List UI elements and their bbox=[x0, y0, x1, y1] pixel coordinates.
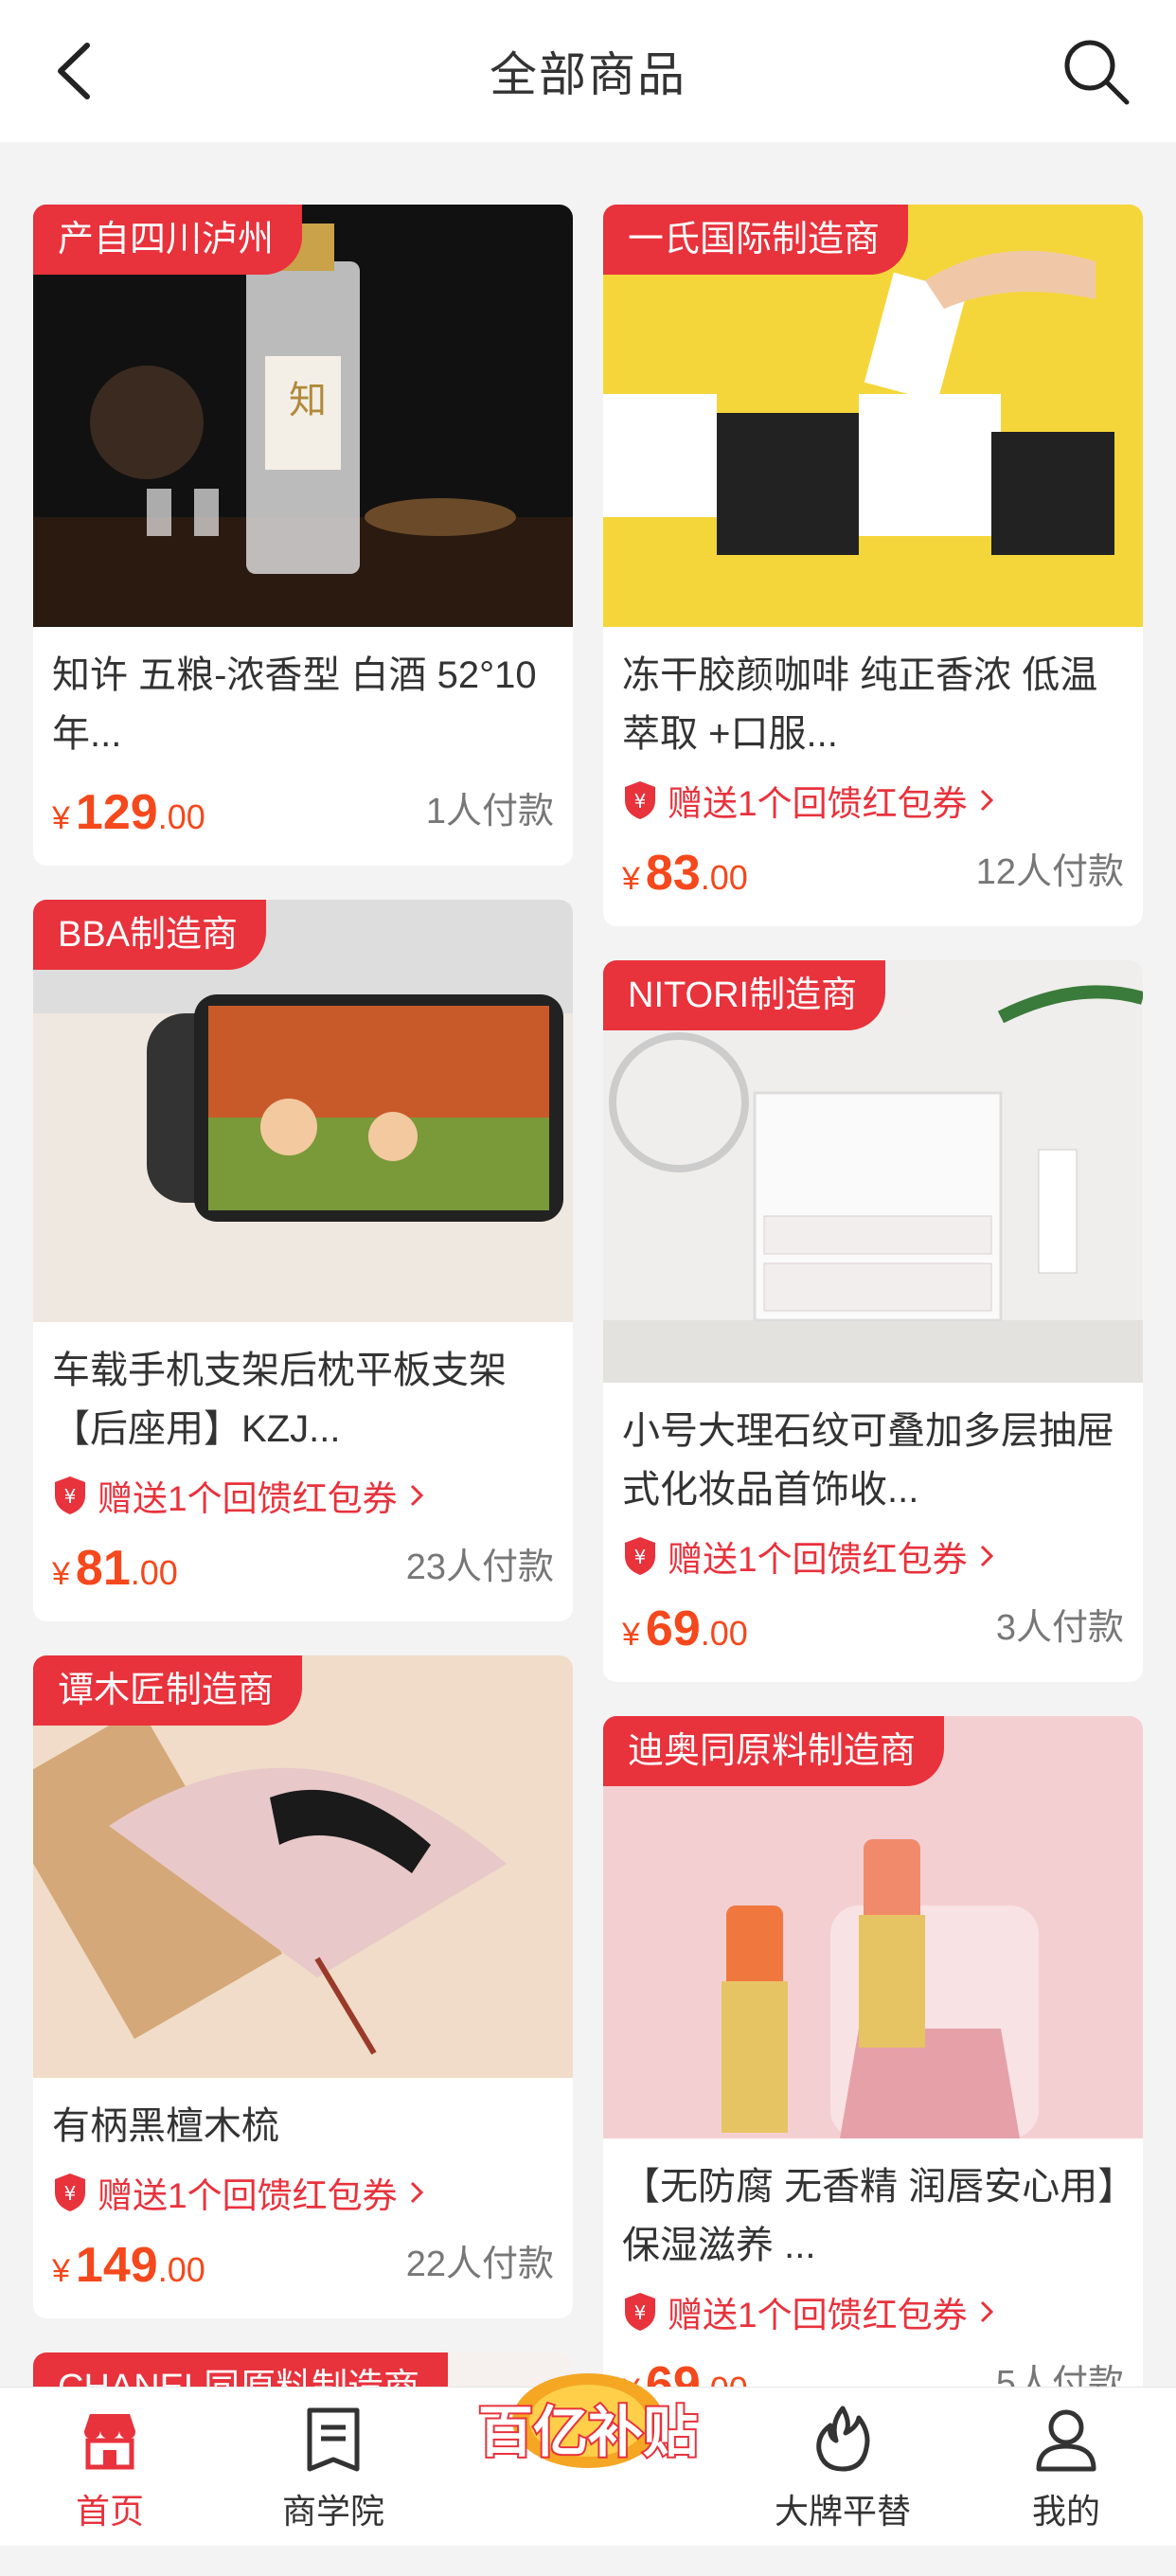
search-icon[interactable] bbox=[1059, 34, 1134, 110]
svg-text:知: 知 bbox=[289, 379, 327, 422]
manufacturer-tag: 谭木匠制造商 bbox=[33, 1655, 303, 1726]
product-name: 知许 五粮-浓香型 白酒 52°10年... bbox=[52, 654, 537, 755]
svg-text:¥: ¥ bbox=[634, 790, 647, 813]
chevron-right-icon bbox=[410, 1484, 423, 1507]
coupon-link[interactable]: ¥ 赠送1个回馈红包券 bbox=[52, 2169, 554, 2216]
product-image-phone-holder: BBA制造商 bbox=[33, 900, 573, 1322]
svg-text:¥: ¥ bbox=[64, 1485, 77, 1508]
bookmark-doc-icon bbox=[307, 2407, 360, 2472]
chevron-right-icon bbox=[980, 2300, 993, 2323]
product-image-coffee: 一氏国际制造商 bbox=[603, 205, 1143, 627]
chevron-right-icon bbox=[980, 1545, 993, 1567]
chevron-right-icon bbox=[410, 2181, 423, 2204]
product-price: ¥69.00 bbox=[622, 1601, 748, 1656]
svg-text:¥: ¥ bbox=[634, 1546, 647, 1568]
tab-mine[interactable]: 我的 bbox=[990, 2405, 1142, 2533]
svg-text:¥: ¥ bbox=[634, 2301, 647, 2324]
chevron-right-icon bbox=[980, 789, 993, 812]
paid-count: 12人付款 bbox=[975, 852, 1124, 892]
flame-icon bbox=[816, 2406, 870, 2472]
manufacturer-tag: BBA制造商 bbox=[33, 900, 267, 970]
manufacturer-tag: 迪奥同原料制造商 bbox=[603, 1716, 945, 1786]
tab-label: 首页 bbox=[75, 2492, 144, 2531]
tab-brand-alternatives[interactable]: 大牌平替 bbox=[767, 2405, 918, 2533]
product-name: 冻干胶颜咖啡 纯正香浓 低温萃取 +口服... bbox=[622, 654, 1098, 755]
manufacturer-tag: NITORI制造商 bbox=[603, 960, 886, 1030]
coupon-text: 赠送1个回馈红包券 bbox=[668, 1540, 968, 1579]
shield-yen-icon: ¥ bbox=[625, 2293, 655, 2331]
coupon-text: 赠送1个回馈红包券 bbox=[668, 2296, 968, 2334]
paid-count: 3人付款 bbox=[995, 1608, 1124, 1648]
product-price: ¥81.00 bbox=[52, 1541, 178, 1596]
tab-academy[interactable]: 商学院 bbox=[258, 2405, 409, 2533]
coupon-link[interactable]: ¥ 赠送1个回馈红包券 bbox=[622, 777, 1124, 824]
product-price: ¥83.00 bbox=[622, 846, 748, 901]
shield-yen-icon: ¥ bbox=[55, 1476, 85, 1514]
coupon-link[interactable]: ¥ 赠送1个回馈红包券 bbox=[52, 1472, 554, 1519]
shield-yen-icon: ¥ bbox=[625, 781, 655, 819]
product-card[interactable]: 谭木匠制造商 有柄黑檀木梳 ¥ 赠送1个回馈红包券 ¥149.00 22人付款 bbox=[33, 1655, 573, 2318]
back-arrow-icon[interactable] bbox=[47, 38, 104, 104]
product-image-baijiu: 知 产自四川泸州 bbox=[33, 205, 573, 627]
coupon-link[interactable]: ¥ 赠送1个回馈红包券 bbox=[622, 2288, 1124, 2335]
tab-label: 商学院 bbox=[281, 2492, 384, 2531]
product-name: 小号大理石纹可叠加多层抽屉式化妆品首饰收... bbox=[622, 1410, 1114, 1511]
tab-label: 大牌平替 bbox=[774, 2492, 911, 2531]
manufacturer-tag: 一氏国际制造商 bbox=[603, 205, 909, 275]
paid-count: 22人付款 bbox=[405, 2245, 554, 2284]
product-image-comb: 谭木匠制造商 bbox=[33, 1655, 573, 2078]
product-column-left: 知 产自四川泸州 知许 五粮-浓香型 白酒 52°10年... ¥129.00 … bbox=[33, 205, 573, 2576]
product-card[interactable]: 知 产自四川泸州 知许 五粮-浓香型 白酒 52°10年... ¥129.00 … bbox=[33, 205, 573, 866]
product-image-lipstick: 迪奥同原料制造商 bbox=[603, 1716, 1143, 2138]
product-name: 有柄黑檀木梳 bbox=[52, 2105, 279, 2147]
product-card[interactable]: 一氏国际制造商 冻干胶颜咖啡 纯正香浓 低温萃取 +口服... ¥ 赠送1个回馈… bbox=[603, 205, 1143, 926]
product-image-makeup-organizer: NITORI制造商 bbox=[603, 960, 1143, 1383]
product-card[interactable]: 迪奥同原料制造商 【无防腐 无香精 润唇安心用】保湿滋养 ... ¥ 赠送1个回… bbox=[603, 1716, 1143, 2438]
tab-label: 我的 bbox=[1031, 2492, 1100, 2531]
product-card[interactable]: NITORI制造商 小号大理石纹可叠加多层抽屉式化妆品首饰收... ¥ 赠送1个… bbox=[603, 960, 1143, 1682]
paid-count: 1人付款 bbox=[425, 792, 554, 832]
product-price: ¥149.00 bbox=[52, 2238, 205, 2293]
coupon-link[interactable]: ¥ 赠送1个回馈红包券 bbox=[622, 1532, 1124, 1580]
product-column-right: 一氏国际制造商 冻干胶颜咖啡 纯正香浓 低温萃取 +口服... ¥ 赠送1个回馈… bbox=[603, 205, 1143, 2472]
paid-count: 23人付款 bbox=[405, 1547, 554, 1587]
product-card[interactable]: BBA制造商 车载手机支架后枕平板支架【后座用】KZJ... ¥ 赠送1个回馈红… bbox=[33, 900, 573, 1621]
product-name: 车载手机支架后枕平板支架【后座用】KZJ... bbox=[52, 1350, 507, 1450]
shield-yen-icon: ¥ bbox=[625, 1537, 655, 1575]
svg-text:¥: ¥ bbox=[64, 2182, 77, 2205]
shield-yen-icon: ¥ bbox=[55, 2174, 85, 2211]
manufacturer-tag: 产自四川泸州 bbox=[33, 205, 303, 275]
coupon-text: 赠送1个回馈红包券 bbox=[98, 1479, 398, 1518]
page-title: 全部商品 bbox=[490, 48, 686, 101]
coupon-text: 赠送1个回馈红包券 bbox=[668, 784, 968, 823]
subsidy-logo-button[interactable]: 百亿补贴 bbox=[470, 2364, 706, 2506]
coupon-text: 赠送1个回馈红包券 bbox=[98, 2176, 398, 2215]
product-name: 【无防腐 无香精 润唇安心用】保湿滋养 ... bbox=[622, 2166, 1117, 2266]
subsidy-logo-text: 百亿补贴 bbox=[478, 2400, 698, 2464]
tab-home[interactable]: 首页 bbox=[34, 2405, 186, 2533]
user-icon bbox=[1036, 2409, 1096, 2472]
store-icon bbox=[84, 2414, 135, 2470]
product-price: ¥129.00 bbox=[52, 785, 205, 840]
top-nav-bar: 全部商品 bbox=[0, 0, 1176, 142]
